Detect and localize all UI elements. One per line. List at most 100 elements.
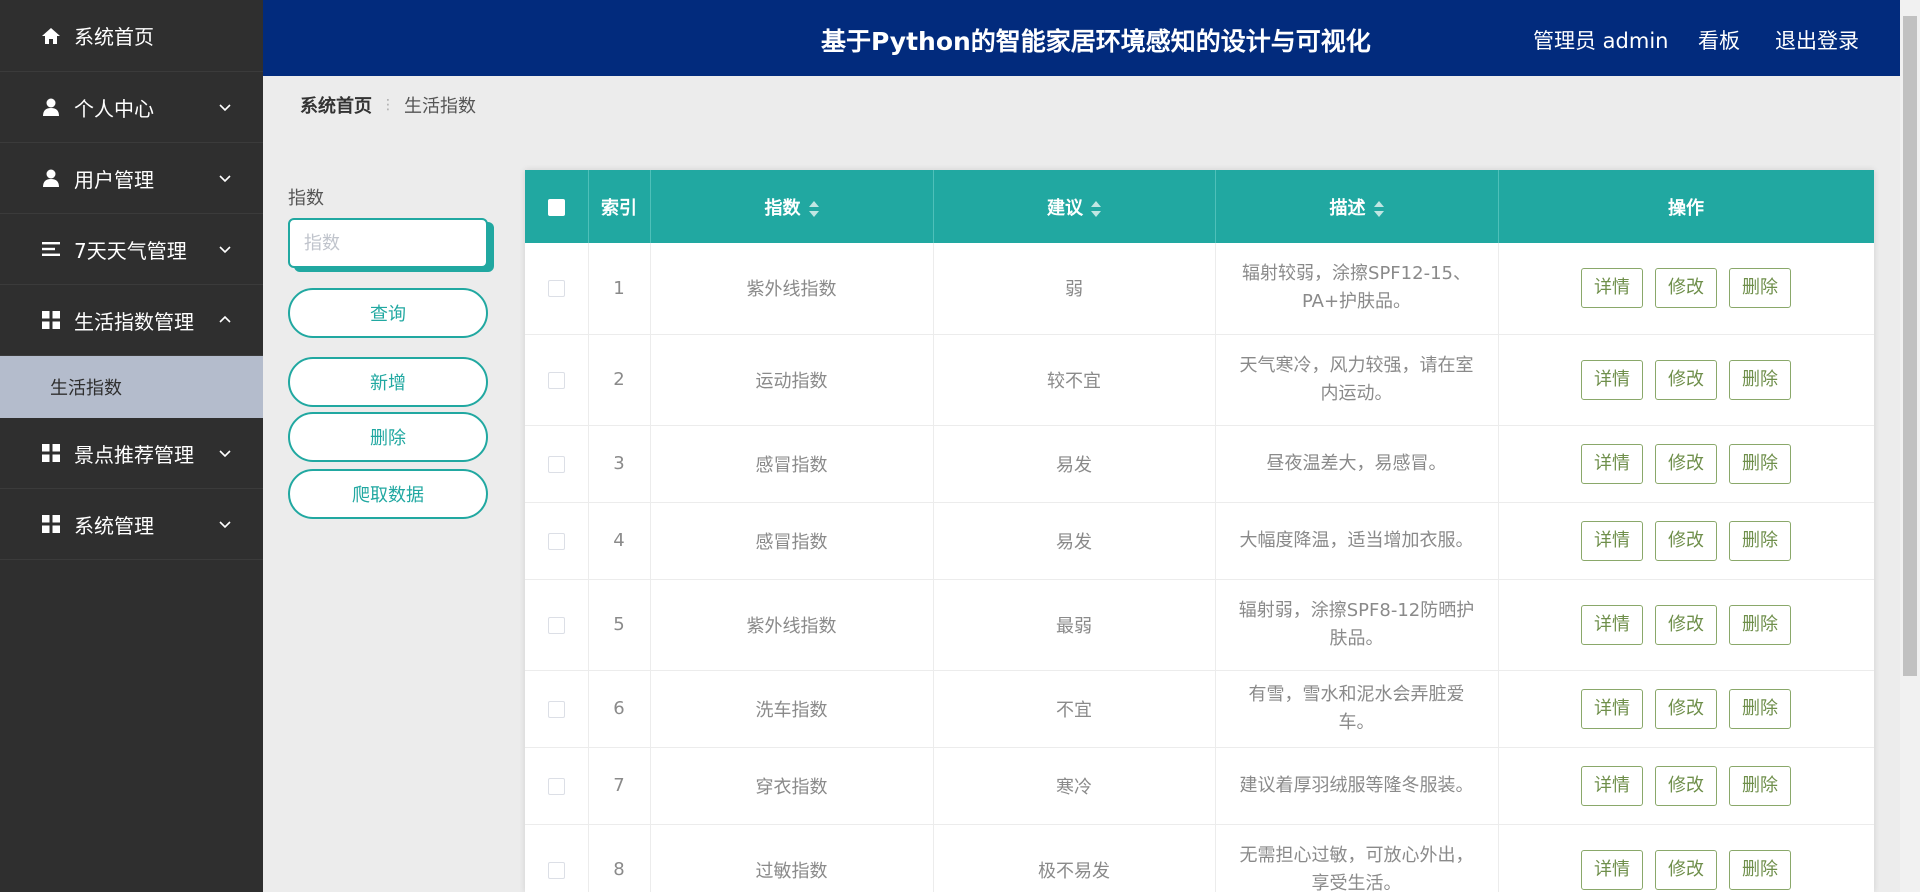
delete-button[interactable]: 删除 — [1729, 849, 1791, 890]
edit-button[interactable]: 修改 — [1655, 359, 1717, 400]
cell-operations: 详情 修改 删除 — [1498, 670, 1874, 748]
sort-icon[interactable] — [1373, 200, 1384, 217]
batch-delete-button[interactable]: 删除 — [288, 412, 488, 462]
delete-button[interactable]: 删除 — [1729, 443, 1791, 484]
sidebar-subitem-life-index[interactable]: 生活指数 — [0, 356, 263, 418]
cell-zhishu: 穿衣指数 — [650, 747, 934, 825]
sidebar-item-personal-center[interactable]: 个人中心 — [0, 72, 263, 143]
table-row: 6 洗车指数 不宜 有雪，雪水和泥水会弄脏爱车。 详情 修改 删除 — [525, 670, 1874, 748]
cell-zhishu: 运动指数 — [650, 334, 934, 426]
delete-button[interactable]: 删除 — [1729, 688, 1791, 729]
select-all-checkbox[interactable] — [547, 198, 565, 216]
delete-button[interactable]: 删除 — [1729, 359, 1791, 400]
cell-miaoshu: 昼夜温差大，易感冒。 — [1215, 425, 1499, 503]
header-jianyi[interactable]: 建议 — [933, 170, 1216, 243]
row-checkbox[interactable] — [547, 280, 565, 298]
cell-zhishu: 紫外线指数 — [650, 579, 934, 671]
detail-button[interactable]: 详情 — [1581, 688, 1643, 729]
delete-button[interactable]: 删除 — [1729, 604, 1791, 645]
row-checkbox[interactable] — [547, 861, 565, 879]
cell-zhishu: 紫外线指数 — [650, 243, 934, 335]
sort-icon[interactable] — [808, 200, 819, 217]
header-select-all[interactable] — [525, 170, 589, 243]
cell-operations: 详情 修改 删除 — [1498, 824, 1874, 892]
breadcrumb-separator-icon: ⋮ — [381, 97, 395, 113]
row-checkbox[interactable] — [547, 700, 565, 718]
logout-link[interactable]: 退出登录 — [1775, 25, 1859, 55]
person-icon — [38, 167, 64, 189]
cell-zhishu: 感冒指数 — [650, 502, 934, 580]
cell-operations: 详情 修改 删除 — [1498, 425, 1874, 503]
sidebar-item-user-management[interactable]: 用户管理 — [0, 143, 263, 214]
app-title: 基于Python的智能家居环境感知的设计与可视化 — [821, 27, 1371, 56]
row-checkbox[interactable] — [547, 616, 565, 634]
dashboard-link[interactable]: 看板 — [1698, 25, 1740, 55]
row-select-cell — [525, 824, 589, 892]
row-select-cell — [525, 243, 589, 335]
row-checkbox[interactable] — [547, 777, 565, 795]
search-field-label: 指数 — [288, 188, 324, 209]
cell-index: 3 — [588, 425, 651, 503]
row-select-cell — [525, 579, 589, 671]
edit-button[interactable]: 修改 — [1655, 520, 1717, 561]
delete-button[interactable]: 删除 — [1729, 765, 1791, 806]
home-icon — [38, 25, 64, 47]
cell-jianyi: 极不易发 — [933, 824, 1216, 892]
edit-button[interactable]: 修改 — [1655, 604, 1717, 645]
chevron-down-icon — [219, 246, 231, 254]
search-input[interactable] — [288, 218, 488, 268]
sidebar-item-home[interactable]: 系统首页 — [0, 0, 263, 72]
header-miaoshu[interactable]: 描述 — [1215, 170, 1499, 243]
sidebar-item-life-index-management[interactable]: 生活指数管理 — [0, 285, 263, 356]
cell-index: 6 — [588, 670, 651, 748]
grid-icon — [38, 442, 64, 464]
row-checkbox[interactable] — [547, 532, 565, 550]
add-button[interactable]: 新增 — [288, 357, 488, 407]
breadcrumb: 系统首页 ⋮ 生活指数 — [300, 92, 476, 118]
header-index: 索引 — [588, 170, 651, 243]
cell-jianyi: 寒冷 — [933, 747, 1216, 825]
detail-button[interactable]: 详情 — [1581, 359, 1643, 400]
cell-jianyi: 易发 — [933, 502, 1216, 580]
grid-icon — [38, 513, 64, 535]
breadcrumb-home[interactable]: 系统首页 — [300, 92, 372, 118]
sidebar-item-system-management[interactable]: 系统管理 — [0, 489, 263, 560]
data-table: 索引 指数 建议 描述 操作 1 紫外线指数 弱 辐射较弱，涂擦SPF12-15… — [525, 170, 1874, 892]
cell-jianyi: 弱 — [933, 243, 1216, 335]
edit-button[interactable]: 修改 — [1655, 688, 1717, 729]
detail-button[interactable]: 详情 — [1581, 849, 1643, 890]
header-zhishu-label: 指数 — [764, 197, 801, 219]
detail-button[interactable]: 详情 — [1581, 765, 1643, 806]
edit-button[interactable]: 修改 — [1655, 268, 1717, 309]
edit-button[interactable]: 修改 — [1655, 443, 1717, 484]
detail-button[interactable]: 详情 — [1581, 520, 1643, 561]
cell-jianyi: 最弱 — [933, 579, 1216, 671]
sidebar-item-attraction-management[interactable]: 景点推荐管理 — [0, 418, 263, 489]
edit-button[interactable]: 修改 — [1655, 849, 1717, 890]
row-select-cell — [525, 334, 589, 426]
delete-button[interactable]: 删除 — [1729, 268, 1791, 309]
row-checkbox[interactable] — [547, 455, 565, 473]
detail-button[interactable]: 详情 — [1581, 443, 1643, 484]
sidebar-item-weather-management[interactable]: 7天天气管理 — [0, 214, 263, 285]
detail-button[interactable]: 详情 — [1581, 604, 1643, 645]
sort-icon[interactable] — [1091, 200, 1101, 217]
delete-button[interactable]: 删除 — [1729, 520, 1791, 561]
detail-button[interactable]: 详情 — [1581, 268, 1643, 309]
cell-miaoshu: 辐射较弱，涂擦SPF12-15、PA+护肤品。 — [1215, 243, 1499, 335]
cell-index: 4 — [588, 502, 651, 580]
sidebar-item-label: 景点推荐管理 — [74, 442, 194, 467]
query-button[interactable]: 查询 — [288, 288, 488, 338]
header-zhishu[interactable]: 指数 — [650, 170, 934, 243]
row-select-cell — [525, 670, 589, 748]
cell-jianyi: 易发 — [933, 425, 1216, 503]
cell-operations: 详情 修改 删除 — [1498, 502, 1874, 580]
page-scrollbar-thumb[interactable] — [1903, 16, 1917, 676]
crawl-data-button[interactable]: 爬取数据 — [288, 469, 488, 519]
row-checkbox[interactable] — [547, 371, 565, 389]
user-account-link[interactable]: 管理员 admin — [1533, 25, 1668, 55]
table-row: 4 感冒指数 易发 大幅度降温，适当增加衣服。 详情 修改 删除 — [525, 502, 1874, 580]
chevron-up-icon — [219, 315, 231, 323]
table-row: 1 紫外线指数 弱 辐射较弱，涂擦SPF12-15、PA+护肤品。 详情 修改 删除 — [525, 243, 1874, 335]
edit-button[interactable]: 修改 — [1655, 765, 1717, 806]
